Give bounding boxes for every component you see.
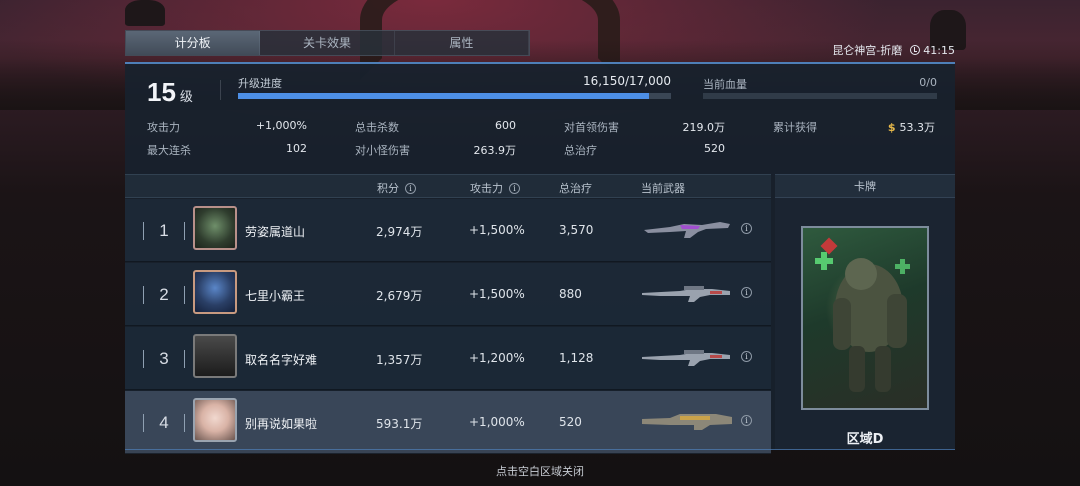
stat-label: 最大连杀 xyxy=(147,144,191,157)
header-label: 积分 xyxy=(377,182,399,195)
avatar[interactable] xyxy=(193,334,237,378)
info-icon[interactable]: i xyxy=(741,415,752,426)
stat-value: 520 xyxy=(704,142,725,155)
score-value: 593.1万 xyxy=(376,417,423,431)
heal-value: 3,570 xyxy=(559,223,594,237)
purple-rifle-icon xyxy=(644,222,730,238)
stat-value: +1,000% xyxy=(255,119,307,132)
table-header: 积分 i 攻击力 i 总治疗 当前武器 xyxy=(125,174,771,198)
stat-label: 累计获得 xyxy=(773,121,817,134)
heavy-rifle-icon xyxy=(642,414,732,430)
progress-bar xyxy=(238,93,671,99)
stat-value: 102 xyxy=(286,142,307,155)
player-name: 别再说如果啦 xyxy=(245,417,318,431)
stat-value: $53.3万 xyxy=(888,119,935,135)
level-unit: 级 xyxy=(179,90,193,105)
attack-value: +1,200% xyxy=(469,351,525,365)
score-value: 2,974万 xyxy=(376,225,423,239)
heal-value: 520 xyxy=(559,415,582,429)
info-icon[interactable]: i xyxy=(741,287,752,298)
player-name: 取名名字好难 xyxy=(245,353,318,367)
currency-icon: $ xyxy=(887,121,896,134)
rank: 3 xyxy=(143,348,185,370)
player-name: 七里小霸王 xyxy=(245,289,306,303)
hp-value: 0/0 xyxy=(919,76,937,89)
stat-max-combo: 最大连杀 102 xyxy=(147,142,307,162)
progress-label: 升级进度 xyxy=(238,77,282,90)
timer: 41:15 xyxy=(910,44,955,57)
stat-label: 对首领伤害 xyxy=(564,121,619,134)
hp-bar xyxy=(703,93,937,99)
info-icon[interactable]: i xyxy=(405,182,416,194)
header-label: 当前武器 xyxy=(641,182,685,195)
scoreboard-panel: 15 级 升级进度 16,150/17,000 当前血量 0/0 攻击力 +1,… xyxy=(125,62,955,454)
header-weapon: 当前武器 xyxy=(641,180,685,196)
progress-bar-fill xyxy=(238,93,650,99)
stat-label: 总治疗 xyxy=(564,144,597,157)
attack-value: +1,000% xyxy=(469,415,525,429)
stat-value: 219.0万 xyxy=(682,121,726,134)
tab-bar: 计分板 关卡效果 属性 xyxy=(125,30,530,56)
close-hint: 点击空白区域关闭 xyxy=(496,465,584,478)
table-row-self[interactable]: 4 别再说如果啦 593.1万 +1,000% 520 i xyxy=(125,391,771,454)
sniper-rifle-icon xyxy=(642,350,730,366)
stat-boss-damage: 对首领伤害 219.0万 xyxy=(564,119,725,139)
sniper-rifle-icon xyxy=(642,286,730,302)
avatar[interactable] xyxy=(193,206,237,250)
table-row[interactable]: 3 取名名字好难 1,357万 +1,200% 1,128 i xyxy=(125,327,771,390)
info-icon[interactable]: i xyxy=(741,223,752,234)
header-attack: 攻击力 i xyxy=(470,180,520,196)
rank: 1 xyxy=(143,220,185,242)
table-row[interactable]: 1 劳姿属道山 2,974万 +1,500% 3,570 i xyxy=(125,199,771,262)
score-value: 2,679万 xyxy=(376,289,423,303)
header-heal: 总治疗 xyxy=(559,180,592,196)
rank: 4 xyxy=(143,412,185,434)
stat-kills: 总击杀数 600 xyxy=(355,119,516,139)
stat-label: 攻击力 xyxy=(147,121,180,134)
card-column: 卡牌 区域D xyxy=(775,174,955,450)
panel-border xyxy=(125,449,955,450)
background-rock xyxy=(125,0,165,26)
tab-attributes[interactable]: 属性 xyxy=(395,31,529,55)
monster-illustration xyxy=(815,237,910,392)
map-location: 昆仑神宫-折磨 xyxy=(832,44,903,57)
rank: 2 xyxy=(143,284,185,306)
stat-value: 600 xyxy=(495,119,516,132)
timer-value: 41:15 xyxy=(923,43,955,57)
header-label: 攻击力 xyxy=(470,182,503,195)
stat-minion-damage: 对小怪伤害 263.9万 xyxy=(355,142,516,162)
card-name: 区域D xyxy=(846,432,884,447)
heal-value: 880 xyxy=(559,287,582,301)
clock-icon xyxy=(910,44,921,55)
player-name: 劳姿属道山 xyxy=(245,225,306,239)
divider xyxy=(220,80,221,100)
stat-value: 263.9万 xyxy=(473,144,517,157)
info-icon[interactable]: i xyxy=(509,182,520,194)
progress-value: 16,150/17,000 xyxy=(582,74,671,88)
heal-value: 1,128 xyxy=(559,351,594,365)
hp-label: 当前血量 xyxy=(703,78,747,91)
card-header: 卡牌 xyxy=(775,174,955,198)
player-level: 15 级 xyxy=(147,77,193,108)
stat-label: 对小怪伤害 xyxy=(355,144,410,157)
avatar[interactable] xyxy=(193,270,237,314)
info-icon[interactable]: i xyxy=(741,351,752,362)
header-score: 积分 i xyxy=(377,180,416,196)
stat-attack: 攻击力 +1,000% xyxy=(147,119,307,139)
stat-label: 总击杀数 xyxy=(355,121,399,134)
tab-stage-effects[interactable]: 关卡效果 xyxy=(260,31,395,55)
attack-value: +1,500% xyxy=(469,287,525,301)
avatar[interactable] xyxy=(193,398,237,442)
tab-scoreboard[interactable]: 计分板 xyxy=(126,31,261,55)
earned-amount: 53.3万 xyxy=(899,121,936,134)
card-image[interactable] xyxy=(801,226,929,410)
score-value: 1,357万 xyxy=(376,353,423,367)
stat-heal: 总治疗 520 xyxy=(564,142,725,162)
level-number: 15 xyxy=(147,77,176,107)
table-row[interactable]: 2 七里小霸王 2,679万 +1,500% 880 i xyxy=(125,263,771,326)
header-label: 总治疗 xyxy=(559,182,592,195)
stat-earned: 累计获得 $53.3万 xyxy=(773,119,935,139)
map-info: 昆仑神宫-折磨 41:15 xyxy=(832,42,955,58)
attack-value: +1,500% xyxy=(469,223,525,237)
